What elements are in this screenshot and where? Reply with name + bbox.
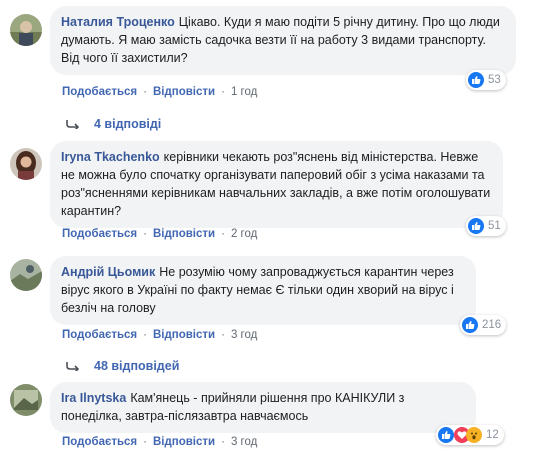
like-icon: [468, 218, 484, 234]
comment-actions: Подобається · Відповісти · 3 год: [62, 329, 257, 341]
like-icon: [468, 72, 484, 88]
like-button[interactable]: Подобається: [62, 436, 137, 448]
separator: ·: [221, 228, 225, 240]
reactions-summary[interactable]: 216: [460, 315, 507, 335]
reply-button[interactable]: Відповісти: [153, 436, 215, 448]
reactions-summary[interactable]: 12: [436, 425, 504, 445]
separator: ·: [143, 228, 147, 240]
separator: ·: [143, 329, 147, 341]
avatar[interactable]: [10, 148, 42, 180]
reactions-summary[interactable]: 51: [466, 216, 506, 236]
comment-actions: Подобається · Відповісти · 1 год: [62, 86, 257, 98]
reactions-count: 51: [488, 220, 501, 232]
like-icon: [438, 427, 454, 443]
comment-time[interactable]: 3 год: [231, 436, 257, 448]
comment-bubble: Ira Ilnytska Кам'янець - прийняли рішення…: [50, 382, 476, 433]
comment-author[interactable]: Наталия Троценко: [61, 15, 175, 29]
separator: ·: [221, 436, 225, 448]
comment-bubble: Андрій Цьомик Не розумію чому запроваджує…: [50, 256, 476, 325]
separator: ·: [221, 329, 225, 341]
reactions-count: 216: [482, 319, 502, 331]
avatar[interactable]: [10, 14, 42, 46]
replies-count[interactable]: 48 відповідей: [94, 359, 179, 373]
reply-button[interactable]: Відповісти: [153, 228, 215, 240]
comment-actions: Подобається · Відповісти · 3 год: [62, 436, 257, 448]
like-button[interactable]: Подобається: [62, 228, 137, 240]
reactions-count: 12: [486, 429, 499, 441]
comment-author[interactable]: Ira Ilnytska: [61, 391, 126, 405]
replies-count[interactable]: 4 відповіді: [94, 117, 161, 131]
wow-icon: [466, 427, 482, 443]
comment-time[interactable]: 2 год: [231, 228, 257, 240]
comment-author[interactable]: Iryna Tkachenko: [61, 150, 160, 164]
avatar[interactable]: [10, 384, 42, 416]
comment-time[interactable]: 3 год: [231, 329, 257, 341]
reactions-summary[interactable]: 53: [466, 70, 506, 90]
view-replies-link[interactable]: 4 відповіді: [66, 117, 161, 131]
like-button[interactable]: Подобається: [62, 329, 137, 341]
reply-button[interactable]: Відповісти: [153, 86, 215, 98]
reply-button[interactable]: Відповісти: [153, 329, 215, 341]
separator: ·: [143, 436, 147, 448]
comment-time[interactable]: 1 год: [231, 86, 257, 98]
comment-bubble: Iryna Tkachenko керівники чекають роз"ясн…: [50, 141, 503, 228]
reply-arrow-icon: [66, 120, 80, 129]
reply-arrow-icon: [66, 362, 80, 371]
comment-author[interactable]: Андрій Цьомик: [61, 265, 155, 279]
separator: ·: [221, 86, 225, 98]
reactions-count: 53: [488, 74, 501, 86]
separator: ·: [143, 86, 147, 98]
comment-bubble: Наталия Троценко Цікаво. Куди я маю подіт…: [50, 6, 516, 75]
avatar[interactable]: [10, 259, 42, 291]
like-button[interactable]: Подобається: [62, 86, 137, 98]
like-icon: [462, 317, 478, 333]
view-replies-link[interactable]: 48 відповідей: [66, 359, 179, 373]
comment-actions: Подобається · Відповісти · 2 год: [62, 228, 257, 240]
